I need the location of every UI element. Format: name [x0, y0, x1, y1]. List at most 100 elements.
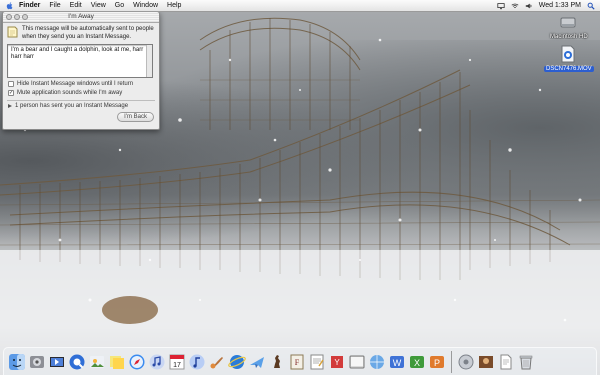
dock-font-book[interactable]: F: [288, 352, 306, 372]
dock-textedit[interactable]: [308, 352, 326, 372]
svg-text:X: X: [414, 358, 420, 368]
textedit-icon: [310, 354, 324, 369]
option-hide-im-windows[interactable]: Hide Instant Message windows until I ret…: [8, 81, 159, 87]
desktop-icon-macintosh-hd[interactable]: Macintosh HD: [548, 13, 588, 40]
dock-quicktime[interactable]: [68, 352, 86, 372]
menu-help[interactable]: Help: [167, 0, 181, 11]
disclosure-triangle-icon[interactable]: [8, 104, 12, 108]
info-text: This message will be automatically sent …: [22, 26, 154, 40]
svg-text:Y: Y: [334, 358, 340, 367]
dock-chess[interactable]: [268, 352, 286, 372]
info-row: This message will be automatically sent …: [3, 23, 159, 41]
document-icon: [500, 354, 512, 369]
dock-itunes[interactable]: [148, 352, 166, 372]
dock-garageband[interactable]: [208, 352, 226, 372]
ie-icon: [228, 354, 246, 369]
window-titlebar[interactable]: I'm Away: [3, 12, 159, 23]
system-preferences-icon: [30, 355, 44, 368]
display-icon[interactable]: [497, 2, 505, 10]
quicktime-movie-icon: [561, 45, 575, 63]
dock-excel[interactable]: X: [408, 352, 426, 372]
dock-system-preferences[interactable]: [28, 352, 46, 372]
dock-word[interactable]: W: [388, 352, 406, 372]
dock-finder[interactable]: [8, 352, 26, 372]
menu-go[interactable]: Go: [115, 0, 124, 11]
desktop-icon-label: DSCN7476.MOV: [544, 66, 594, 72]
dock-mail[interactable]: [248, 352, 266, 372]
dock-terminal[interactable]: [348, 352, 366, 372]
safari-icon: [129, 354, 145, 369]
excel-icon: X: [410, 355, 424, 368]
spotlight-icon[interactable]: [587, 2, 595, 10]
stickies-icon: [110, 355, 124, 369]
ical-icon: 17: [169, 354, 185, 369]
internet-connect-icon: [370, 354, 384, 369]
desktop-icon-movie-file[interactable]: DSCN7476.MOV: [544, 45, 594, 72]
desktop-icon-label: Macintosh HD: [550, 34, 588, 40]
menu-view[interactable]: View: [91, 0, 106, 11]
menu-window[interactable]: Window: [133, 0, 158, 11]
itunes-icon: [149, 354, 165, 369]
dock-ical[interactable]: 17: [168, 352, 186, 372]
dock-stickies[interactable]: [108, 352, 126, 372]
zoom-button[interactable]: [22, 14, 28, 20]
menu-edit[interactable]: Edit: [70, 0, 82, 11]
itunes-note-icon: [189, 354, 205, 369]
svg-text:F: F: [295, 358, 300, 367]
checkbox-hide-im-windows[interactable]: [8, 81, 14, 87]
close-button[interactable]: [6, 14, 12, 20]
option-label: Mute application sounds while I'm away: [17, 90, 123, 96]
im-back-button[interactable]: I'm Back: [117, 112, 154, 122]
checkbox-mute-sounds[interactable]: ✓: [8, 90, 14, 96]
user-folder-icon: [479, 355, 493, 368]
im-disclosure[interactable]: 1 person has sent you an Instant Message: [8, 103, 159, 109]
dock-document[interactable]: [497, 352, 515, 372]
dock-internet-explorer[interactable]: [228, 352, 246, 372]
option-label: Hide Instant Message windows until I ret…: [17, 81, 134, 87]
menubar-clock[interactable]: Wed 1:33 PM: [539, 2, 581, 9]
minimize-button[interactable]: [14, 14, 20, 20]
imovie-icon: [50, 356, 64, 367]
away-message-window: I'm Away This message will be automatica…: [2, 11, 160, 130]
ichat-away-icon: [7, 26, 18, 38]
word-icon: W: [390, 355, 404, 368]
svg-text:P: P: [434, 358, 440, 368]
mail-icon: [250, 356, 264, 368]
font-book-icon: F: [290, 354, 304, 369]
textarea-scrollbar[interactable]: [146, 45, 152, 77]
apple-menu-icon[interactable]: [6, 1, 14, 10]
terminal-icon: [349, 355, 365, 368]
dock: 17 F Y W X P: [3, 347, 597, 375]
menu-bar: Finder File Edit View Go Window Help Wed…: [0, 0, 600, 12]
option-mute-sounds[interactable]: ✓ Mute application sounds while I'm away: [8, 90, 159, 96]
dock-downloads[interactable]: [457, 352, 475, 372]
svg-text:17: 17: [173, 362, 181, 369]
separator: [7, 100, 155, 101]
dock-itunes-2[interactable]: [188, 352, 206, 372]
wifi-icon[interactable]: [511, 2, 519, 10]
away-message-textarea[interactable]: I'm a bear and I caught a dolphin, look …: [7, 44, 153, 78]
finder-icon: [9, 353, 25, 370]
downloads-stack-icon: [458, 354, 474, 369]
dock-powerpoint[interactable]: P: [428, 352, 446, 372]
powerpoint-icon: P: [430, 355, 444, 368]
quicktime-icon: [69, 354, 85, 369]
menu-finder[interactable]: Finder: [19, 0, 40, 11]
iphoto-icon: [90, 355, 104, 368]
dock-separator: [451, 350, 452, 373]
hard-drive-icon: [560, 17, 576, 28]
away-message-text: I'm a bear and I caught a dolphin, look …: [11, 47, 144, 60]
preview-icon: Y: [331, 355, 343, 368]
volume-icon[interactable]: [525, 2, 533, 10]
dock-internet-connect[interactable]: [368, 352, 386, 372]
menu-file[interactable]: File: [49, 0, 60, 11]
trash-icon: [519, 355, 533, 369]
dock-safari[interactable]: [128, 352, 146, 372]
dock-trash[interactable]: [517, 352, 535, 372]
dock-preview[interactable]: Y: [328, 352, 346, 372]
svg-text:W: W: [393, 358, 402, 368]
dock-iphoto[interactable]: [88, 352, 106, 372]
disclosure-label: 1 person has sent you an Instant Message: [15, 103, 129, 109]
dock-user-folder[interactable]: [477, 352, 495, 372]
dock-imovie[interactable]: [48, 352, 66, 372]
